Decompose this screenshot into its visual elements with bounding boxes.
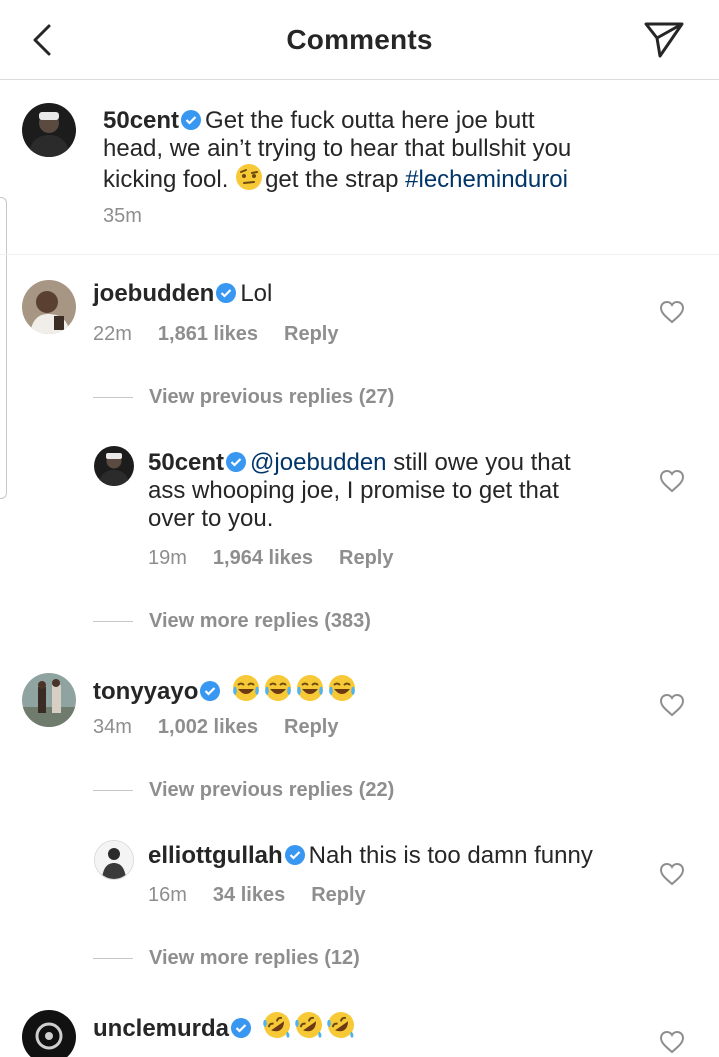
emoji-group <box>262 1012 358 1042</box>
avatar[interactable] <box>22 103 76 157</box>
avatar[interactable] <box>94 446 134 486</box>
caption-meta: 35m <box>103 205 168 228</box>
caption-line: head, we ain’t trying to hear that bulls… <box>103 135 572 162</box>
avatar[interactable] <box>94 840 134 880</box>
caption-line: get the strap <box>265 166 399 193</box>
face-with-tears-of-joy-emoji <box>265 675 292 701</box>
reply-button[interactable]: Reply <box>284 716 338 738</box>
timestamp: 34m <box>93 716 132 738</box>
username[interactable]: 50cent <box>103 107 179 134</box>
mention-link[interactable]: @joebudden <box>250 449 386 476</box>
face-with-tears-of-joy-emoji <box>297 675 324 701</box>
timestamp: 19m <box>148 547 187 569</box>
view-more-replies[interactable]: View more replies (383) <box>93 606 371 636</box>
caption-text: 50cent Get the fuck outta here joe butt h… <box>103 107 703 194</box>
verified-badge-icon <box>216 283 237 303</box>
face-with-raised-eyebrow-emoji <box>236 164 263 190</box>
emoji-group <box>231 675 359 705</box>
verified-badge-icon <box>231 1018 252 1038</box>
reply-body: Nah this is too damn funny <box>308 842 593 869</box>
reply-line: over to you. <box>148 505 274 532</box>
comment-text: unclemurda <box>93 1010 653 1043</box>
reply-text: 50cent @joebudden still owe you that ass … <box>148 449 668 533</box>
likes-count[interactable]: 1,002 likes <box>158 716 258 738</box>
username[interactable]: elliottgullah <box>148 842 283 869</box>
username[interactable]: tonyyayo <box>93 678 198 705</box>
face-with-tears-of-joy-emoji <box>233 675 260 701</box>
reply-button[interactable]: Reply <box>339 547 393 569</box>
comment-meta: 22m 1,861 likes Reply <box>93 323 364 346</box>
reply-text: elliottgullah Nah this is too damn funny <box>148 842 648 870</box>
heart-icon <box>659 1030 685 1054</box>
like-button[interactable] <box>659 862 685 886</box>
view-previous-replies[interactable]: View previous replies (22) <box>93 775 394 805</box>
rolling-on-floor-laughing-emoji <box>294 1012 322 1038</box>
avatar[interactable] <box>22 1010 76 1057</box>
reply-line: still owe you that <box>393 449 571 476</box>
view-more-replies[interactable]: View more replies (12) <box>93 943 360 973</box>
face-with-tears-of-joy-emoji <box>329 675 356 701</box>
reply-line: ass whooping joe, I promise to get that <box>148 477 559 504</box>
paper-plane-icon <box>644 22 684 58</box>
comment-text: joebudden Lol <box>93 280 653 308</box>
divider <box>93 957 133 959</box>
view-replies-label: View previous replies (27) <box>149 385 395 408</box>
timestamp: 22m <box>93 323 132 345</box>
divider <box>93 396 133 398</box>
hashtag-link[interactable]: #lecheminduroi <box>405 166 568 193</box>
heart-icon <box>659 469 685 493</box>
comment-meta: 34m 1,002 likes Reply <box>93 716 364 739</box>
likes-count[interactable]: 34 likes <box>213 884 285 906</box>
view-replies-label: View previous replies (22) <box>149 778 395 801</box>
like-button[interactable] <box>659 693 685 717</box>
username[interactable]: unclemurda <box>93 1015 229 1042</box>
reply-meta: 19m 1,964 likes Reply <box>148 547 419 570</box>
page-title: Comments <box>286 24 433 55</box>
like-button[interactable] <box>659 300 685 324</box>
like-button[interactable] <box>659 1030 685 1054</box>
header-bar: Comments <box>0 0 719 80</box>
verified-badge-icon <box>200 681 221 701</box>
rolling-on-floor-laughing-emoji <box>262 1012 290 1038</box>
username[interactable]: 50cent <box>148 449 224 476</box>
heart-icon <box>659 862 685 886</box>
comment-body: Lol <box>240 280 273 307</box>
avatar[interactable] <box>22 280 76 334</box>
view-replies-label: View more replies (383) <box>149 609 371 632</box>
heart-icon <box>659 300 685 324</box>
likes-count[interactable]: 1,964 likes <box>213 547 313 569</box>
timestamp: 35m <box>103 205 142 227</box>
share-button[interactable] <box>640 18 688 62</box>
divider <box>93 620 133 622</box>
username[interactable]: joebudden <box>93 280 214 307</box>
view-previous-replies[interactable]: View previous replies (27) <box>93 382 394 412</box>
like-button[interactable] <box>659 469 685 493</box>
divider <box>93 789 133 791</box>
verified-badge-icon <box>181 110 202 130</box>
heart-icon <box>659 693 685 717</box>
caption-line: Get the fuck outta here joe butt <box>205 107 535 134</box>
verified-badge-icon <box>284 845 305 865</box>
reply-button[interactable]: Reply <box>311 884 365 906</box>
likes-count[interactable]: 1,861 likes <box>158 323 258 345</box>
avatar[interactable] <box>22 673 76 727</box>
rolling-on-floor-laughing-emoji <box>326 1012 354 1038</box>
reply-meta: 16m 34 likes Reply <box>148 884 392 907</box>
timestamp: 16m <box>148 884 187 906</box>
verified-badge-icon <box>226 452 247 472</box>
reply-button[interactable]: Reply <box>284 323 338 345</box>
view-replies-label: View more replies (12) <box>149 946 360 969</box>
caption-line: kicking fool. <box>103 166 229 193</box>
comment-text: tonyyayo <box>93 673 653 706</box>
caption-block: 50cent Get the fuck outta here joe butt h… <box>0 81 719 255</box>
